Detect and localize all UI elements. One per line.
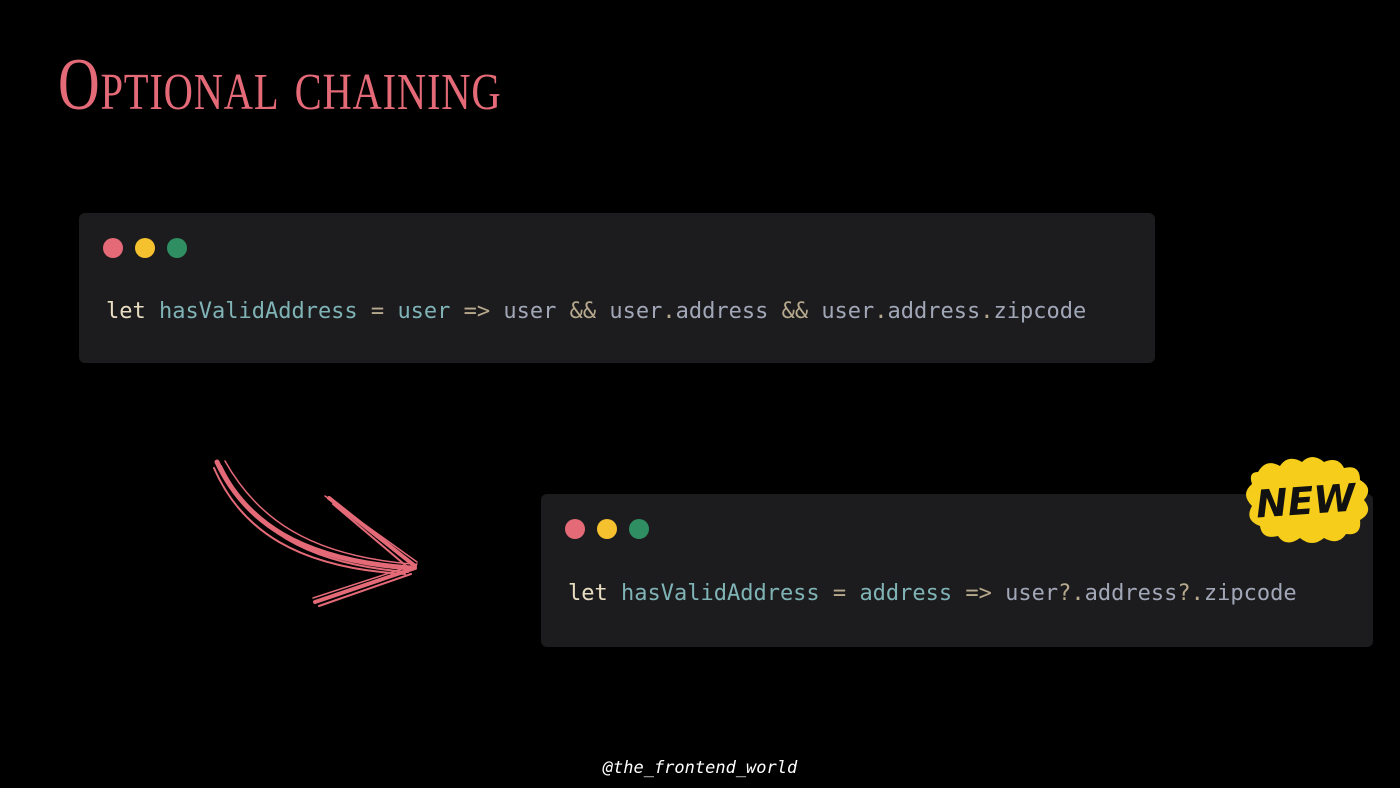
code-token-var: hasValidAddress (621, 581, 820, 606)
author-handle: @the_frontend_world (602, 758, 798, 778)
curved-arrow-icon (213, 459, 418, 607)
code-token-op: && (768, 299, 822, 324)
code-token-plain: user (1005, 581, 1059, 606)
red-dot (565, 519, 585, 539)
code-token-plain: user (609, 299, 663, 324)
code-line-after: let hasValidAddress = address => user?.a… (568, 583, 1297, 605)
code-token-plain: zipcode (1203, 581, 1297, 606)
code-line-before: let hasValidAddress = user => user && us… (106, 301, 1086, 323)
code-token-op: = (819, 581, 860, 606)
new-badge: NEW (1246, 457, 1369, 543)
code-token-op: => (952, 581, 1006, 606)
code-token-op: ?. (1177, 581, 1204, 606)
code-token-plain: address (1084, 581, 1178, 606)
code-token-op: . (662, 299, 676, 324)
green-dot (629, 519, 649, 539)
code-token-plain: address (675, 299, 769, 324)
green-dot (167, 238, 187, 258)
code-token-plain: address (887, 299, 981, 324)
window-controls (103, 238, 187, 258)
code-token-op: && (556, 299, 610, 324)
code-token-op: . (874, 299, 888, 324)
code-token-var: address (859, 581, 953, 606)
code-token-plain: zipcode (993, 299, 1087, 324)
code-window-before: let hasValidAddress = user => user && us… (79, 213, 1155, 363)
code-token-keyword: let (568, 581, 608, 606)
code-token-keyword: let (106, 299, 146, 324)
code-token-op: ?. (1058, 581, 1085, 606)
code-token-plain: user (821, 299, 875, 324)
code-token-var: hasValidAddress (159, 299, 358, 324)
code-token-var: user (397, 299, 451, 324)
badge-label: NEW (1254, 475, 1359, 526)
code-token-op: . (980, 299, 994, 324)
window-controls (565, 519, 649, 539)
code-token-op: => (450, 299, 504, 324)
yellow-dot (597, 519, 617, 539)
code-token-plain: user (503, 299, 557, 324)
red-dot (103, 238, 123, 258)
code-token-op: = (357, 299, 398, 324)
yellow-dot (135, 238, 155, 258)
page-title: Optional chaining (58, 44, 502, 126)
